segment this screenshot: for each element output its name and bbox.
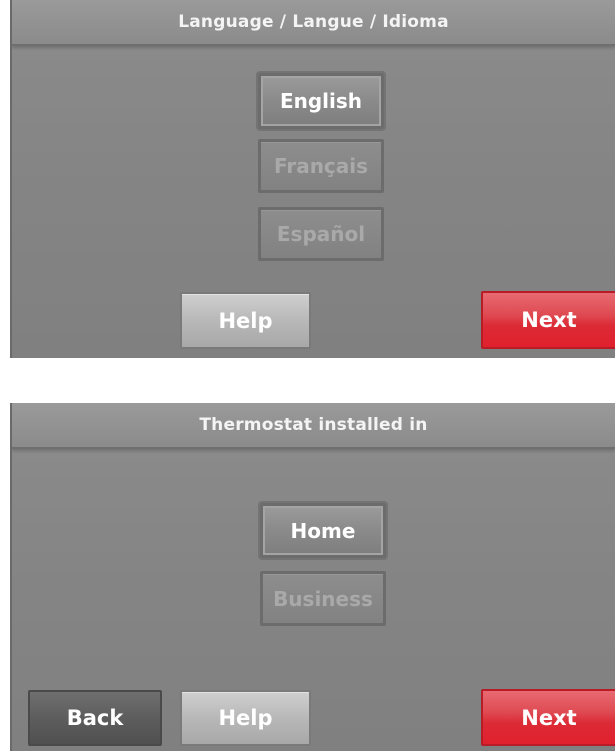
- help-button[interactable]: Help: [180, 292, 311, 349]
- business-option-button[interactable]: Business: [260, 571, 386, 626]
- english-option-label: English: [279, 89, 363, 113]
- location-title: Thermostat installed in: [199, 415, 428, 435]
- help-button-label: Help: [218, 308, 273, 333]
- english-option-button[interactable]: English: [258, 73, 384, 129]
- location-title-bar: Thermostat installed in: [12, 403, 615, 449]
- espanol-option-label: Español: [276, 222, 366, 246]
- next-button[interactable]: Next: [481, 291, 615, 349]
- home-option-button[interactable]: Home: [260, 503, 386, 558]
- language-title: Language / Langue / Idioma: [178, 12, 449, 32]
- back-button[interactable]: Back: [28, 690, 162, 746]
- language-title-bar: Language / Langue / Idioma: [12, 0, 615, 46]
- espanol-option-button[interactable]: Español: [258, 207, 384, 261]
- home-option-label: Home: [290, 518, 356, 543]
- next-button-label: Next: [521, 705, 577, 730]
- francais-option-label: Français: [273, 154, 369, 178]
- help-button[interactable]: Help: [180, 690, 311, 746]
- help-button-label: Help: [218, 706, 273, 730]
- language-screen: Language / Langue / Idioma English Franç…: [10, 0, 615, 358]
- next-button[interactable]: Next: [481, 689, 615, 746]
- francais-option-button[interactable]: Français: [258, 139, 384, 193]
- next-button-label: Next: [521, 308, 577, 332]
- back-button-label: Back: [66, 706, 124, 730]
- location-screen: Thermostat installed in Home Business Ba…: [10, 403, 615, 751]
- business-option-label: Business: [273, 586, 373, 611]
